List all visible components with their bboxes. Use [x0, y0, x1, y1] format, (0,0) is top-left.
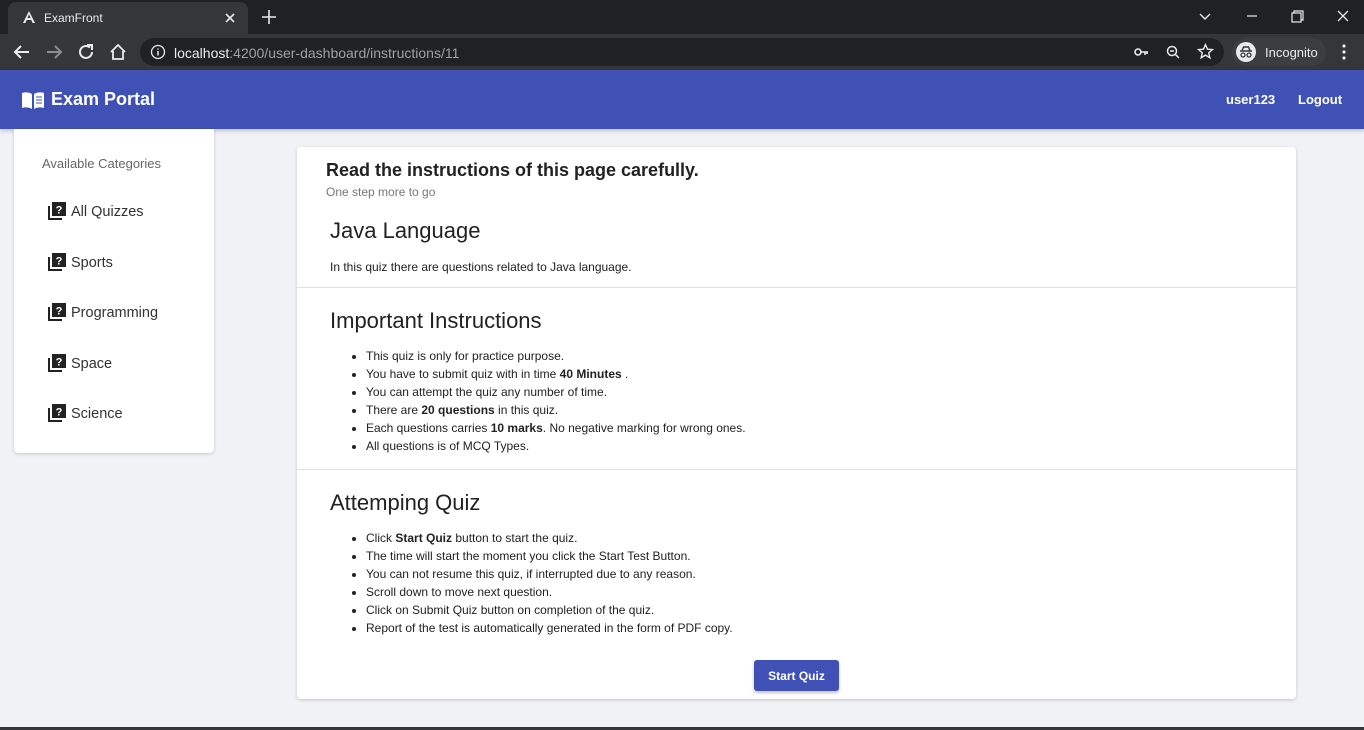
sidebar-item-label: Sports	[71, 255, 113, 271]
quiz-icon: ?	[48, 202, 66, 220]
list-item: This quiz is only for practice purpose.	[366, 347, 746, 365]
home-icon[interactable]	[107, 41, 129, 63]
brand-title[interactable]: Exam Portal	[51, 89, 155, 110]
restore-icon[interactable]	[1283, 4, 1311, 28]
quiz-icon: ?	[48, 253, 66, 271]
quiz-title: Java Language	[330, 218, 481, 243]
close-tab-icon[interactable]	[220, 8, 240, 28]
sidebar-item-label: Space	[71, 356, 113, 372]
sidebar-item-space[interactable]: ? Space	[14, 343, 214, 383]
list-item: You can not resume this quiz, if interru…	[366, 565, 733, 583]
svg-text:?: ?	[56, 357, 63, 369]
list-item: Report of the test is automatically gene…	[366, 619, 733, 637]
key-icon[interactable]	[1133, 44, 1149, 60]
svg-text:?: ?	[56, 306, 63, 318]
important-instructions-title: Important Instructions	[330, 308, 542, 333]
forward-icon[interactable]	[43, 41, 65, 63]
page-subtitle: One step more to go	[326, 185, 436, 199]
zoom-icon[interactable]	[1165, 44, 1181, 60]
quiz-icon: ?	[48, 404, 66, 422]
minimize-icon[interactable]	[1238, 4, 1266, 28]
incognito-icon	[1236, 42, 1256, 62]
browser-toolbar: localhost:4200/user-dashboard/instructio…	[0, 34, 1364, 70]
divider	[297, 469, 1296, 470]
start-quiz-button[interactable]: Start Quiz	[754, 660, 839, 691]
sidebar-item-programming[interactable]: ? Programming	[14, 292, 214, 332]
logout-link[interactable]: Logout	[1298, 92, 1342, 107]
incognito-label: Incognito	[1265, 45, 1318, 60]
address-bar[interactable]: localhost:4200/user-dashboard/instructio…	[140, 38, 1224, 66]
list-item: Click Start Quiz button to start the qui…	[366, 529, 733, 547]
sidebar-item-label: All Quizzes	[71, 204, 144, 220]
svg-text:?: ?	[56, 205, 63, 217]
page-title: Read the instructions of this page caref…	[326, 160, 699, 180]
list-item: You have to submit quiz with in time 40 …	[366, 365, 746, 383]
svg-text:?: ?	[56, 407, 63, 419]
quiz-icon: ?	[48, 303, 66, 321]
list-item: Scroll down to move next question.	[366, 583, 733, 601]
list-item: All questions is of MCQ Types.	[366, 437, 746, 455]
attempting-quiz-title: Attemping Quiz	[330, 490, 481, 515]
quiz-icon: ?	[48, 354, 66, 372]
quiz-description: In this quiz there are questions related…	[330, 260, 632, 274]
sidebar-item-all-quizzes[interactable]: ? All Quizzes	[14, 191, 214, 231]
user-link[interactable]: user123	[1226, 92, 1275, 107]
app-navbar: Exam Portal user123 Logout	[0, 70, 1364, 129]
list-item: The time will start the moment you click…	[366, 547, 733, 565]
browser-tab-strip: ExamFront	[0, 0, 1364, 34]
sidebar-item-label: Science	[71, 406, 123, 422]
important-instructions-list: This quiz is only for practice purpose. …	[366, 347, 746, 455]
new-tab-icon[interactable]	[258, 6, 280, 28]
browser-menu-icon[interactable]	[1333, 41, 1355, 63]
category-sidebar: Available Categories ? All Quizzes ? Spo…	[14, 129, 214, 453]
list-item: There are 20 questions in this quiz.	[366, 401, 746, 419]
close-window-icon[interactable]	[1329, 4, 1357, 28]
attempting-quiz-list: Click Start Quiz button to start the qui…	[366, 529, 733, 637]
tab-title: ExamFront	[44, 11, 103, 25]
url-text: localhost:4200/user-dashboard/instructio…	[174, 45, 460, 61]
list-item: You can attempt the quiz any number of t…	[366, 383, 746, 401]
reload-icon[interactable]	[75, 41, 97, 63]
list-item: Each questions carries 10 marks. No nega…	[366, 419, 746, 437]
site-info-icon[interactable]	[150, 44, 166, 60]
instructions-card: Read the instructions of this page caref…	[297, 147, 1296, 699]
menu-book-icon	[22, 92, 44, 109]
incognito-badge[interactable]: Incognito	[1232, 38, 1326, 66]
list-item: Click on Submit Quiz button on completio…	[366, 601, 733, 619]
sidebar-item-label: Programming	[71, 305, 159, 321]
back-icon[interactable]	[11, 41, 33, 63]
divider	[297, 287, 1296, 288]
svg-text:?: ?	[56, 256, 63, 268]
browser-tab[interactable]: ExamFront	[8, 2, 248, 34]
tab-search-icon[interactable]	[1191, 4, 1219, 28]
bookmark-star-icon[interactable]	[1197, 43, 1214, 60]
angular-favicon-icon	[23, 11, 35, 23]
sidebar-heading: Available Categories	[42, 156, 161, 171]
sidebar-item-sports[interactable]: ? Sports	[14, 242, 214, 282]
sidebar-item-science[interactable]: ? Science	[14, 393, 214, 433]
